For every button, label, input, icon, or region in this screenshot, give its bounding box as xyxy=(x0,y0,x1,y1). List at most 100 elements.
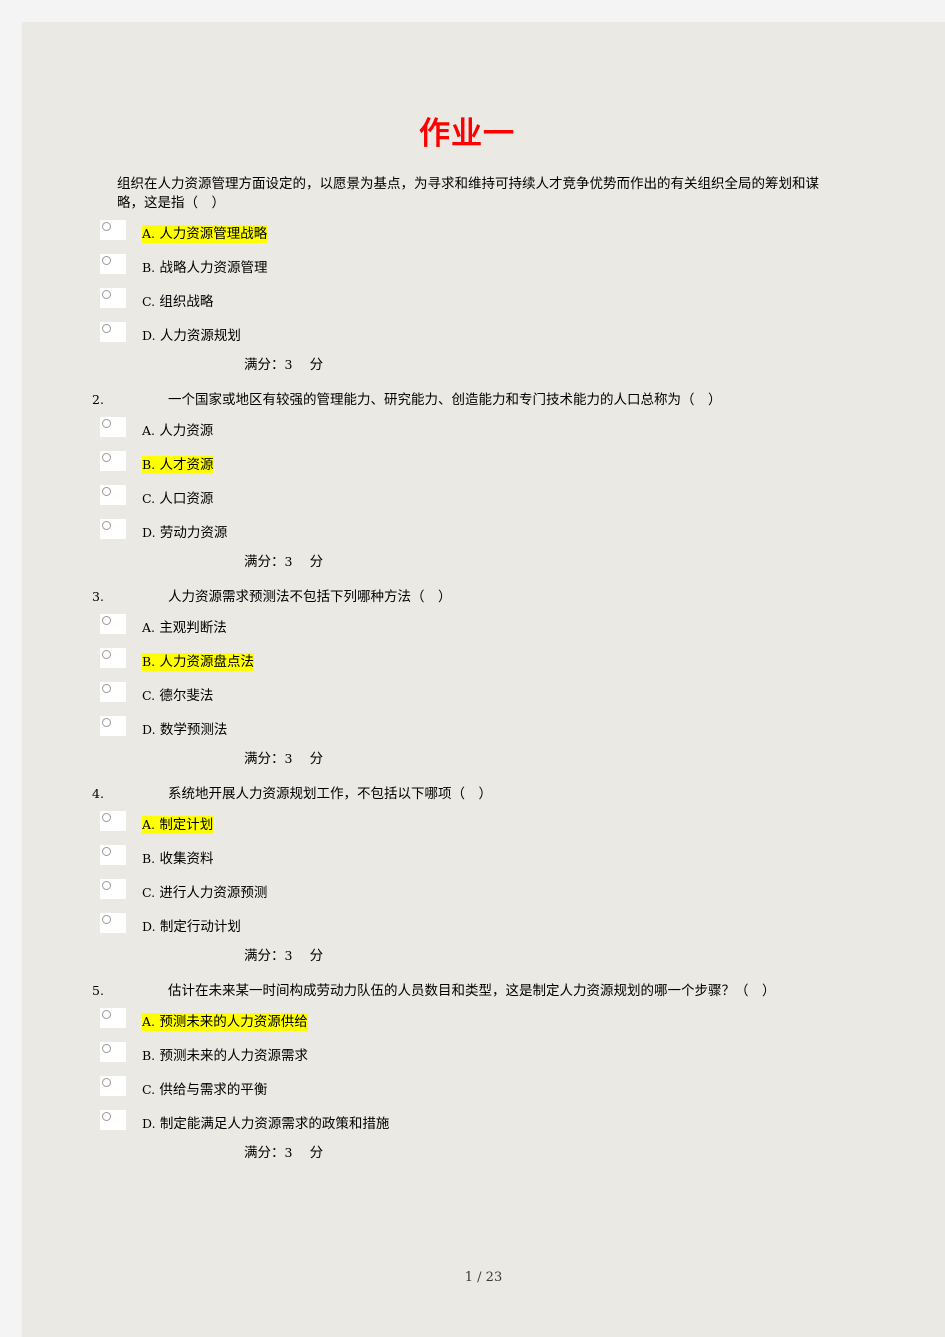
option-label[interactable]: C. 供给与需求的平衡 xyxy=(142,1081,267,1099)
option-row[interactable]: D. 制定能满足人力资源需求的政策和措施 xyxy=(22,1108,945,1142)
option-label[interactable]: C. 组织战略 xyxy=(142,293,213,311)
radio-button[interactable] xyxy=(100,879,126,899)
option-letter: D. xyxy=(142,1116,156,1131)
option-letter: B. xyxy=(142,1048,156,1063)
radio-button[interactable] xyxy=(100,811,126,831)
option-row[interactable]: A. 预测未来的人力资源供给 xyxy=(22,1006,945,1040)
option-label[interactable]: B. 收集资料 xyxy=(142,850,213,868)
option-row[interactable]: C. 组织战略 xyxy=(22,286,945,320)
radio-button[interactable] xyxy=(100,845,126,865)
score-unit: 分 xyxy=(309,554,324,570)
option-label[interactable]: D. 人力资源规划 xyxy=(142,327,241,345)
option-label[interactable]: C. 人口资源 xyxy=(142,490,213,508)
option-text: 战略人力资源管理 xyxy=(159,260,268,276)
score-value: 3 xyxy=(284,554,293,569)
radio-circle-icon xyxy=(102,487,111,496)
page-number-footer: 1 / 23 xyxy=(464,1270,503,1285)
question-prompt: 人力资源需求预测法不包括下列哪种方法（ ） xyxy=(168,589,452,605)
radio-button[interactable] xyxy=(100,1110,126,1130)
option-letter: D. xyxy=(142,722,156,737)
radio-button[interactable] xyxy=(100,614,126,634)
question-number: 4. xyxy=(92,786,104,801)
radio-button[interactable] xyxy=(100,1042,126,1062)
radio-button[interactable] xyxy=(100,519,126,539)
option-row[interactable]: B. 人力资源盘点法 xyxy=(22,646,945,680)
option-list: A. 预测未来的人力资源供给 B. 预测未来的人力资源需求 C. 供给与需求的平衡 D… xyxy=(22,1006,945,1142)
score-label: 满分： xyxy=(244,948,285,964)
option-label[interactable]: C. 德尔斐法 xyxy=(142,687,213,705)
radio-button[interactable] xyxy=(100,682,126,702)
option-row[interactable]: C. 人口资源 xyxy=(22,483,945,517)
question-prompt: 系统地开展人力资源规划工作，不包括以下哪项（ ） xyxy=(168,786,492,802)
radio-button[interactable] xyxy=(100,451,126,471)
option-text: 数学预测法 xyxy=(159,722,228,738)
option-row[interactable]: D. 人力资源规划 xyxy=(22,320,945,354)
radio-circle-icon xyxy=(102,915,111,924)
option-label[interactable]: B. 预测未来的人力资源需求 xyxy=(142,1047,308,1065)
option-row[interactable]: C. 德尔斐法 xyxy=(22,680,945,714)
option-letter: B. xyxy=(142,851,156,866)
option-label[interactable]: A. 主观判断法 xyxy=(142,619,227,637)
option-row[interactable]: D. 数学预测法 xyxy=(22,714,945,748)
option-row[interactable]: C. 进行人力资源预测 xyxy=(22,877,945,911)
option-row[interactable]: B. 收集资料 xyxy=(22,843,945,877)
option-label[interactable]: D. 制定能满足人力资源需求的政策和措施 xyxy=(142,1115,389,1133)
score-label: 满分： xyxy=(244,751,285,767)
option-label[interactable]: D. 制定行动计划 xyxy=(142,918,241,936)
radio-button[interactable] xyxy=(100,913,126,933)
option-row[interactable]: B. 预测未来的人力资源需求 xyxy=(22,1040,945,1074)
radio-button[interactable] xyxy=(100,220,126,240)
option-row[interactable]: A. 人力资源管理战略 xyxy=(22,218,945,252)
option-label-highlighted[interactable]: A. 预测未来的人力资源供给 xyxy=(142,1013,308,1031)
option-text: 德尔斐法 xyxy=(159,688,214,704)
radio-circle-icon xyxy=(102,324,111,333)
option-row[interactable]: B. 人才资源 xyxy=(22,449,945,483)
radio-button[interactable] xyxy=(100,648,126,668)
score-label: 满分： xyxy=(244,554,285,570)
radio-button[interactable] xyxy=(100,1008,126,1028)
score-value: 3 xyxy=(284,948,293,963)
option-letter: D. xyxy=(142,328,156,343)
option-text: 收集资料 xyxy=(159,851,214,867)
score-value: 3 xyxy=(284,1145,293,1160)
score-unit: 分 xyxy=(309,948,324,964)
option-row[interactable]: D. 制定行动计划 xyxy=(22,911,945,945)
option-label[interactable]: D. 劳动力资源 xyxy=(142,524,227,542)
radio-circle-icon xyxy=(102,1010,111,1019)
radio-circle-icon xyxy=(102,419,111,428)
option-row[interactable]: A. 制定计划 xyxy=(22,809,945,843)
radio-button[interactable] xyxy=(100,254,126,274)
radio-button[interactable] xyxy=(100,716,126,736)
option-label-highlighted[interactable]: B. 人才资源 xyxy=(142,456,214,474)
radio-button[interactable] xyxy=(100,485,126,505)
question-text: 组织在人力资源管理方面设定的，以愿景为基点，为寻求和维持可持续人才竞争优势而作出… xyxy=(22,175,945,213)
option-label-highlighted[interactable]: B. 人力资源盘点法 xyxy=(142,653,254,671)
radio-button[interactable] xyxy=(100,1076,126,1096)
option-row[interactable]: A. 主观判断法 xyxy=(22,612,945,646)
option-row[interactable]: C. 供给与需求的平衡 xyxy=(22,1074,945,1108)
question-block: 3. 人力资源需求预测法不包括下列哪种方法（ ） A. 主观判断法 B. 人力资源盘点… xyxy=(22,587,945,770)
question-text: 5. 估计在未来某一时间构成劳动力队伍的人员数目和类型，这是制定人力资源规划的哪一… xyxy=(22,981,945,1001)
page-title: 作业一 xyxy=(419,116,515,152)
question-prompt: 组织在人力资源管理方面设定的，以愿景为基点，为寻求和维持可持续人才竞争优势而作出… xyxy=(117,176,819,211)
radio-button[interactable] xyxy=(100,417,126,437)
option-letter: B. xyxy=(142,260,156,275)
question-number: 3. xyxy=(92,589,104,604)
option-label[interactable]: A. 人力资源 xyxy=(142,422,213,440)
option-label-highlighted[interactable]: A. 制定计划 xyxy=(142,816,214,834)
score-line: 满分：3 分 xyxy=(22,551,945,573)
option-row[interactable]: D. 劳动力资源 xyxy=(22,517,945,551)
option-label[interactable]: C. 进行人力资源预测 xyxy=(142,884,267,902)
option-row[interactable]: B. 战略人力资源管理 xyxy=(22,252,945,286)
option-label[interactable]: B. 战略人力资源管理 xyxy=(142,259,267,277)
radio-button[interactable] xyxy=(100,288,126,308)
radio-button[interactable] xyxy=(100,322,126,342)
option-letter: C. xyxy=(142,294,156,309)
question-number: 2. xyxy=(92,392,104,407)
score-line: 满分：3 分 xyxy=(22,1142,945,1164)
option-label-highlighted[interactable]: A. 人力资源管理战略 xyxy=(142,225,268,243)
option-row[interactable]: A. 人力资源 xyxy=(22,415,945,449)
score-unit: 分 xyxy=(309,751,324,767)
option-letter: B. xyxy=(142,654,156,669)
option-label[interactable]: D. 数学预测法 xyxy=(142,721,227,739)
